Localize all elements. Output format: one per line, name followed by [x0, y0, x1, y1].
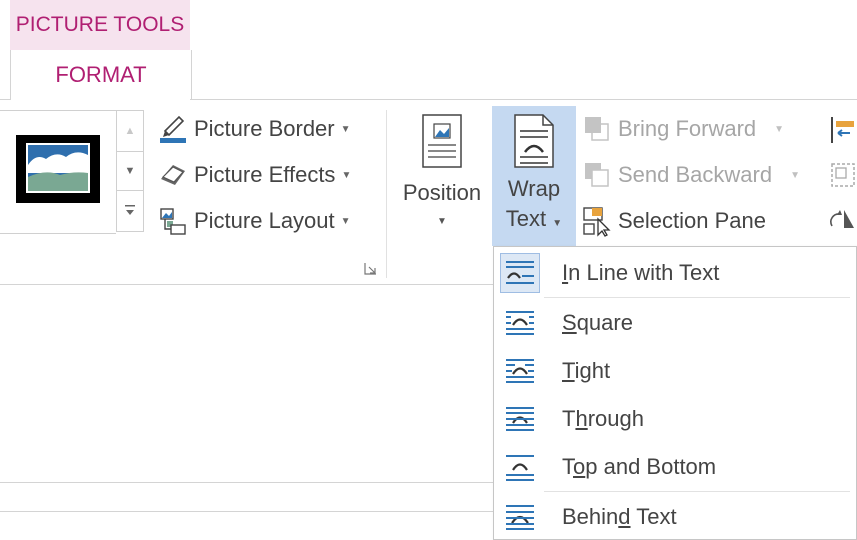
- menu-label-first: Behin: [562, 504, 619, 529]
- bring-forward-label: Bring Forward: [618, 116, 757, 141]
- wrap-label-line2: Text: [505, 206, 547, 231]
- pen-border-icon: [156, 112, 190, 146]
- effects-icon: [156, 158, 190, 192]
- top-bottom-wrap-icon: [500, 447, 540, 487]
- menu-label-rest: p and Bottom: [585, 454, 717, 479]
- menu-separator: [544, 491, 850, 492]
- gallery-more-button[interactable]: [117, 191, 143, 231]
- menu-label-rest: quare: [576, 310, 633, 335]
- menu-item-behind-text[interactable]: Behind Text: [494, 495, 856, 539]
- chevron-down-icon: ▼: [341, 169, 352, 181]
- menu-item-label: Square: [562, 310, 633, 336]
- mnemonic-char: h: [575, 406, 588, 431]
- menu-item-label: Top and Bottom: [562, 454, 716, 480]
- tight-wrap-icon: [500, 351, 540, 391]
- rotate-icon[interactable]: [828, 204, 857, 239]
- chevron-down-icon: ▼: [790, 169, 800, 181]
- inline-text-icon: [500, 253, 540, 293]
- menu-label-first: T: [562, 406, 576, 431]
- menu-separator: [544, 297, 850, 298]
- wrap-text-label: Text ▼: [492, 204, 576, 239]
- group-separator: [386, 110, 387, 278]
- chevron-down-icon: ▼: [340, 215, 351, 227]
- menu-item-in-line-with-text[interactable]: In Line with Text: [494, 251, 856, 295]
- picture-effects-label: Picture Effects: [194, 162, 336, 187]
- bring-forward-icon: [580, 112, 614, 146]
- picture-layout-button[interactable]: Picture Layout ▼: [156, 203, 351, 239]
- tab-format[interactable]: FORMAT: [10, 50, 192, 100]
- gallery-scrollbar[interactable]: ▲ ▼: [116, 110, 144, 232]
- mnemonic-char: o: [573, 454, 586, 479]
- mnemonic-char: T: [562, 358, 575, 383]
- menu-item-label: Behind Text: [562, 504, 677, 530]
- menu-label-rest: n Line with Text: [568, 260, 720, 285]
- menu-item-top-and-bottom[interactable]: Top and Bottom: [494, 445, 856, 489]
- selection-pane-label: Selection Pane: [618, 208, 766, 233]
- menu-label-rest: Text: [630, 504, 677, 529]
- selection-pane-button[interactable]: Selection Pane: [580, 203, 800, 239]
- picture-layout-label: Picture Layout: [194, 208, 335, 233]
- mnemonic-char: d: [618, 504, 631, 529]
- picture-border-button[interactable]: Picture Border ▼: [156, 111, 351, 147]
- menu-item-square[interactable]: Square: [494, 301, 856, 345]
- behind-text-icon: [500, 497, 540, 537]
- picture-effects-button[interactable]: Picture Effects ▼: [156, 157, 351, 193]
- position-label: Position: [402, 180, 482, 205]
- menu-label-first: T: [562, 454, 573, 479]
- gallery-up-button[interactable]: ▲: [117, 111, 143, 151]
- wrap-text-icon: [492, 106, 576, 170]
- menu-label-rest: rough: [587, 406, 644, 431]
- position-icon: [398, 112, 486, 178]
- menu-item-label: Tight: [562, 358, 610, 384]
- align-icon[interactable]: [828, 115, 857, 150]
- expand-gallery-icon: [125, 205, 135, 215]
- menu-item-tight[interactable]: Tight: [494, 349, 856, 393]
- ribbon-top-border: [0, 99, 10, 100]
- position-button[interactable]: Position ▼: [398, 112, 486, 227]
- arrange-commands: Bring Forward ▼ Send Backward ▼ Selectio…: [580, 111, 800, 239]
- chevron-down-icon: ▼: [340, 123, 351, 135]
- picture-commands: Picture Border ▼ Picture Effects ▼ Pictu…: [156, 111, 351, 239]
- menu-label-rest: ight: [574, 358, 611, 383]
- picture-border-label: Picture Border: [194, 116, 335, 141]
- wrap-text-button[interactable]: Wrap Text ▼: [492, 106, 576, 246]
- chevron-down-icon: ▼: [437, 216, 447, 227]
- picture-thumbnail-icon: [26, 143, 90, 193]
- send-backward-icon: [580, 158, 614, 192]
- dialog-launcher-icon[interactable]: [364, 262, 378, 276]
- through-wrap-icon: [500, 399, 540, 439]
- ribbon-top-border-right: [190, 99, 857, 100]
- chevron-down-icon: ▼: [552, 218, 563, 229]
- menu-item-through[interactable]: Through: [494, 397, 856, 441]
- menu-item-label: In Line with Text: [562, 260, 719, 286]
- bring-forward-button[interactable]: Bring Forward ▼: [580, 111, 800, 147]
- wrap-text-menu: In Line with Text Square Tight Through T…: [493, 246, 857, 540]
- menu-item-label: Through: [562, 406, 644, 432]
- send-backward-button[interactable]: Send Backward ▼: [580, 157, 800, 193]
- picture-tools-header: PICTURE TOOLS: [10, 0, 190, 50]
- wrap-label-line1: Wrap: [507, 176, 561, 201]
- group-objects-icon[interactable]: [828, 160, 857, 195]
- selection-pane-icon: [580, 204, 614, 238]
- square-wrap-icon: [500, 303, 540, 343]
- mnemonic-char: S: [562, 310, 577, 335]
- send-backward-label: Send Backward: [618, 162, 773, 187]
- layout-icon: [156, 204, 190, 238]
- gallery-down-button[interactable]: ▼: [117, 151, 143, 191]
- chevron-down-icon: ▼: [774, 123, 785, 135]
